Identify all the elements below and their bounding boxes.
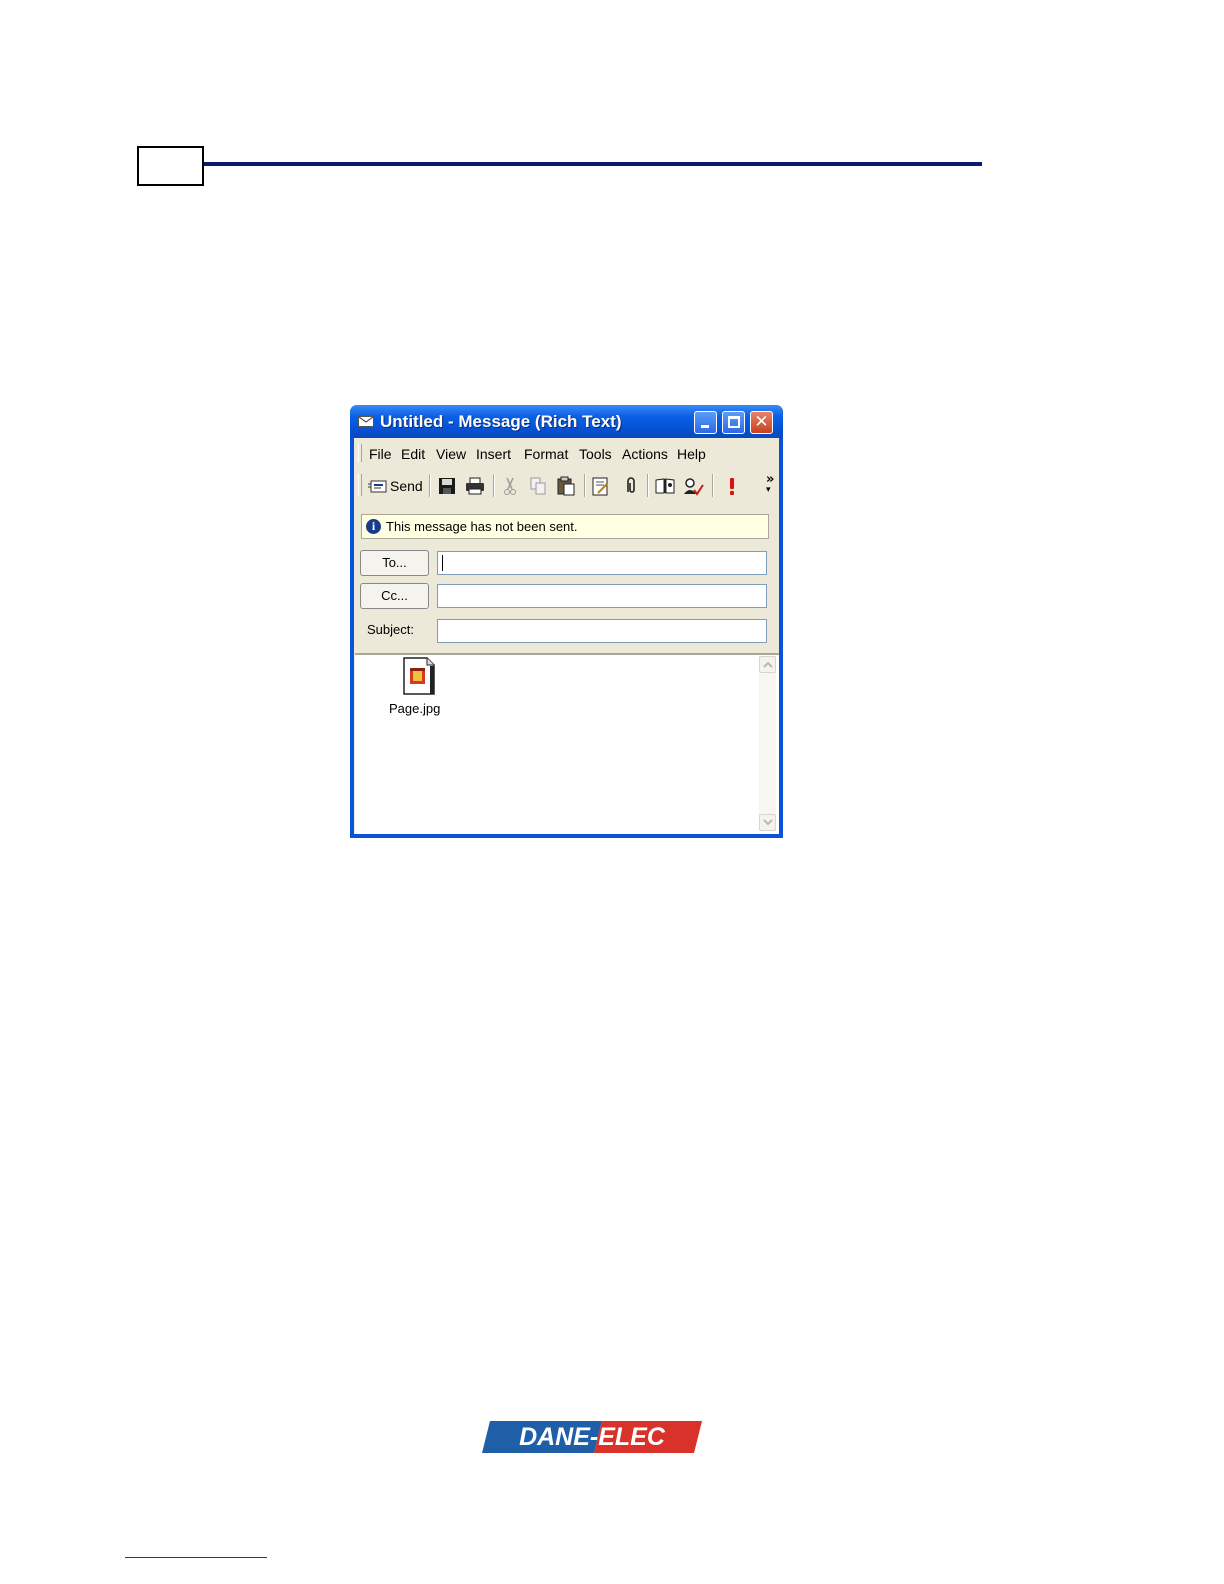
header-rule <box>204 162 982 166</box>
info-message: This message has not been sent. <box>386 519 578 534</box>
attach-icon[interactable] <box>619 475 641 497</box>
text-caret <box>442 555 443 571</box>
toolbar-separator <box>493 474 495 497</box>
attachment-name[interactable]: Page.jpg <box>389 701 440 716</box>
menu-edit[interactable]: Edit <box>401 446 425 462</box>
menu-actions[interactable]: Actions <box>622 446 668 462</box>
toolbar-more-chevron-icon[interactable]: » ▾ <box>766 472 774 502</box>
maximize-icon <box>728 416 740 428</box>
section-number-box <box>137 146 204 186</box>
menu-format[interactable]: Format <box>524 446 568 462</box>
menu-tools[interactable]: Tools <box>579 446 612 462</box>
title-bar[interactable]: Untitled - Message (Rich Text) ✕ <box>350 405 783 438</box>
dane-elec-logo: DANE-ELEC <box>482 1420 702 1454</box>
jpg-file-icon[interactable] <box>401 657 435 695</box>
menu-help[interactable]: Help <box>677 446 706 462</box>
window-title: Untitled - Message (Rich Text) <box>380 412 622 431</box>
send-label: Send <box>390 478 423 494</box>
menu-grip[interactable] <box>358 444 362 462</box>
footer-rule <box>125 1557 267 1558</box>
close-button[interactable]: ✕ <box>750 411 773 434</box>
menu-file[interactable]: File <box>369 446 392 462</box>
print-icon[interactable] <box>464 475 486 497</box>
toolbar-grip[interactable] <box>358 474 362 496</box>
subject-field[interactable] <box>437 619 767 643</box>
scroll-down-button[interactable] <box>759 814 776 831</box>
toolbar-separator <box>584 474 586 497</box>
vertical-scrollbar[interactable] <box>759 656 776 831</box>
toolbar-separator <box>429 474 431 497</box>
cc-field[interactable] <box>437 584 767 608</box>
close-icon: ✕ <box>754 412 769 432</box>
subject-label: Subject: <box>367 622 414 637</box>
to-button[interactable]: To... <box>360 550 429 576</box>
cut-icon[interactable] <box>499 475 521 497</box>
info-icon: i <box>366 519 381 534</box>
check-names-icon[interactable] <box>682 475 704 497</box>
send-button[interactable]: Send <box>366 475 426 497</box>
to-field[interactable] <box>437 551 767 575</box>
paste-icon[interactable] <box>555 475 577 497</box>
insert-file-icon[interactable] <box>590 475 612 497</box>
minimize-icon <box>701 425 709 428</box>
save-icon[interactable] <box>436 475 458 497</box>
address-book-icon[interactable] <box>654 475 676 497</box>
menu-insert[interactable]: Insert <box>476 446 511 462</box>
logo-text: DANE-ELEC <box>519 1423 666 1451</box>
message-body[interactable]: Page.jpg <box>355 653 779 834</box>
menu-bar: File Edit View Insert Format Tools Actio… <box>354 441 779 463</box>
window-client-area: File Edit View Insert Format Tools Actio… <box>354 438 779 834</box>
importance-high-icon[interactable] <box>721 475 743 497</box>
scroll-up-button[interactable] <box>759 656 776 673</box>
chevron-down-icon <box>763 819 773 826</box>
cc-button[interactable]: Cc... <box>360 583 429 609</box>
menu-view[interactable]: View <box>436 446 466 462</box>
toolbar-separator <box>647 474 649 497</box>
info-bar: i This message has not been sent. <box>361 514 769 539</box>
copy-icon[interactable] <box>527 475 549 497</box>
maximize-button[interactable] <box>722 411 745 434</box>
envelope-icon <box>358 416 374 427</box>
standard-toolbar: Send » ▾ <box>354 470 779 500</box>
minimize-button[interactable] <box>694 411 717 434</box>
chevron-up-icon <box>763 661 773 668</box>
toolbar-separator <box>712 474 714 497</box>
message-window: Untitled - Message (Rich Text) ✕ File Ed… <box>350 405 783 838</box>
send-icon <box>368 480 387 493</box>
